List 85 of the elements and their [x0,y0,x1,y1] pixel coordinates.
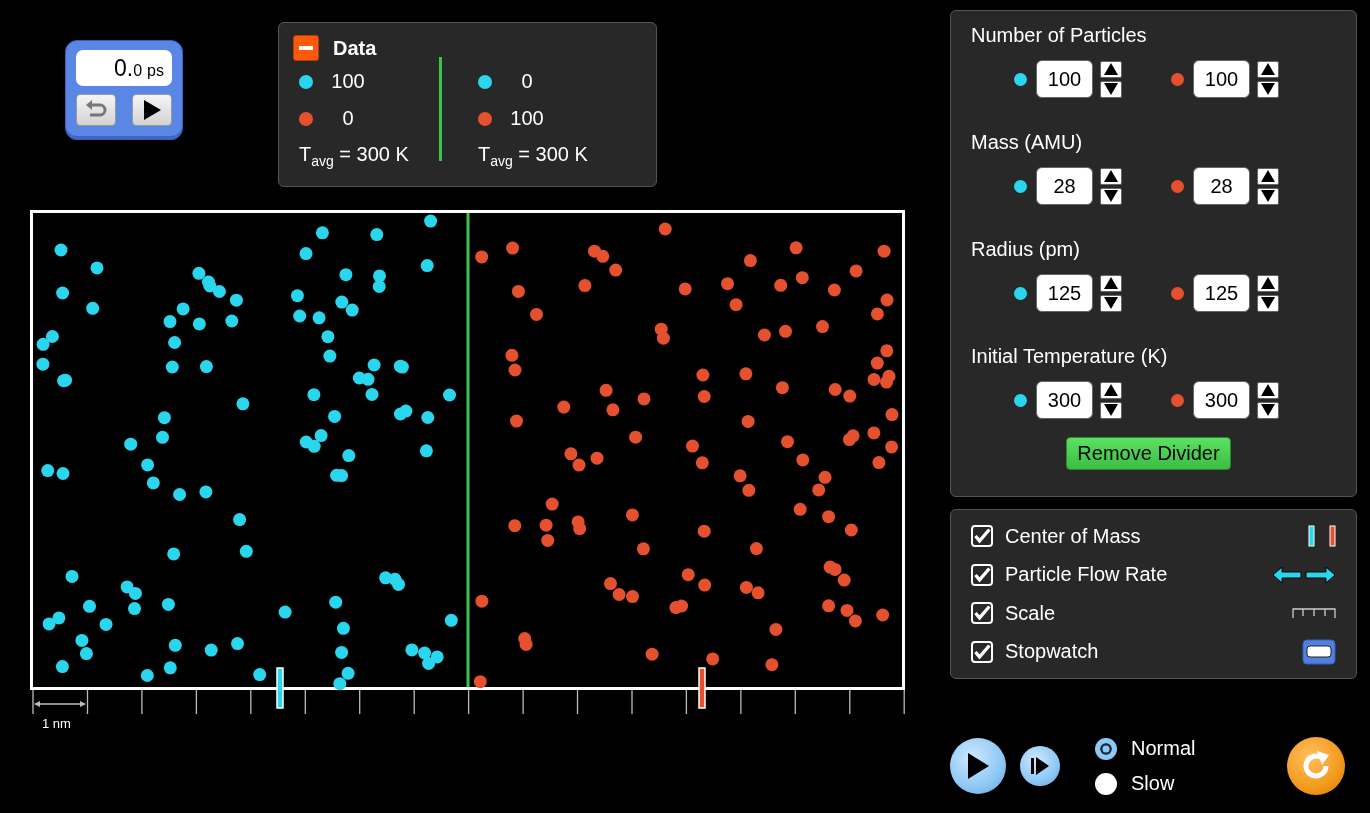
number-field[interactable]: 100 [1036,60,1093,98]
scale-label: 1 nm [42,716,71,731]
divider[interactable] [466,213,470,687]
increment-button[interactable] [1257,274,1279,292]
radio-button[interactable] [1095,772,1117,795]
option-label[interactable]: Scale [1005,601,1280,625]
ruler-icon [1292,608,1336,619]
down-triangle-icon [1104,404,1118,416]
play-icon [143,100,161,120]
decrement-button[interactable] [1257,401,1279,419]
average-temperature: T$_{avg}$ = 300 K [299,142,409,169]
play-icon [967,753,989,779]
parameter-label: Radius (pm) [971,237,1081,262]
speed-label[interactable]: Normal [1131,737,1196,760]
down-triangle-icon [1261,404,1275,416]
up-triangle-icon [1104,170,1118,182]
increment-button[interactable] [1257,381,1279,399]
checkbox[interactable] [971,563,993,586]
minus-icon [299,46,313,50]
speed-label[interactable]: Slow [1131,772,1175,795]
up-triangle-icon [1261,277,1275,289]
up-triangle-icon [1261,384,1275,396]
decrement-button[interactable] [1100,294,1122,312]
particle-count: 0 [520,70,534,93]
parameter-label: Initial Temperature (K) [971,344,1169,369]
center-of-mass-marker [276,667,284,709]
reset-button[interactable] [76,94,116,126]
reset-all-button[interactable] [1287,737,1345,795]
number-field[interactable]: 100 [1193,60,1250,98]
number-field[interactable]: 125 [1036,274,1093,312]
up-triangle-icon [1261,170,1275,182]
down-triangle-icon [1104,190,1118,202]
option-label[interactable]: Stopwatch [1005,640,1290,664]
average-temperature: T$_{avg}$ = 300 K [478,142,588,169]
up-triangle-icon [1261,63,1275,75]
collapse-button[interactable] [293,35,319,61]
decrement-button[interactable] [1257,294,1279,312]
double-arrow-icon [1272,565,1336,584]
panel-title: Data [333,36,377,60]
increment-button[interactable] [1100,274,1122,292]
stopwatch-icon [1302,638,1336,665]
decrement-button[interactable] [1100,187,1122,205]
up-triangle-icon [1104,277,1118,289]
decrement-button[interactable] [1100,401,1122,419]
checkbox[interactable] [971,640,993,663]
scale-arrow [34,701,86,707]
increment-button[interactable] [1100,381,1122,399]
particle-count: 100 [330,70,366,93]
decrement-button[interactable] [1257,187,1279,205]
down-triangle-icon [1104,297,1118,309]
center-of-mass-marker [698,667,706,709]
step-button[interactable] [1020,746,1060,786]
checkbox[interactable] [971,602,993,625]
undo-icon [84,100,108,120]
increment-button[interactable] [1100,167,1122,185]
play-button[interactable] [950,738,1006,794]
decrement-button[interactable] [1257,80,1279,98]
up-triangle-icon [1104,384,1118,396]
play-button[interactable] [132,94,172,126]
number-field[interactable]: 300 [1036,381,1093,419]
parameter-label: Number of Particles [971,23,1148,48]
decrement-button[interactable] [1100,80,1122,98]
increment-button[interactable] [1257,60,1279,78]
checkbox[interactable] [971,525,993,548]
time-display: 0.0 ps [76,50,172,86]
number-field[interactable]: 28 [1193,167,1250,205]
down-triangle-icon [1261,83,1275,95]
increment-button[interactable] [1100,60,1122,78]
remove-divider-button[interactable]: Remove Divider [1066,437,1231,470]
number-field[interactable]: 300 [1193,381,1250,419]
parameter-label: Mass (AMU) [971,130,1084,155]
option-label[interactable]: Center of Mass [1005,524,1296,548]
up-triangle-icon [1104,63,1118,75]
down-triangle-icon [1104,83,1118,95]
down-triangle-icon [1261,190,1275,202]
option-label[interactable]: Particle Flow Rate [1005,563,1260,587]
particle-count: 0 [341,107,355,130]
particle-count: 100 [509,107,545,130]
number-field[interactable]: 28 [1036,167,1093,205]
increment-button[interactable] [1257,167,1279,185]
step-forward-icon [1031,757,1049,775]
number-field[interactable]: 125 [1193,274,1250,312]
center-of-mass-icon [1308,525,1336,548]
radio-button[interactable] [1095,737,1117,760]
down-triangle-icon [1261,297,1275,309]
